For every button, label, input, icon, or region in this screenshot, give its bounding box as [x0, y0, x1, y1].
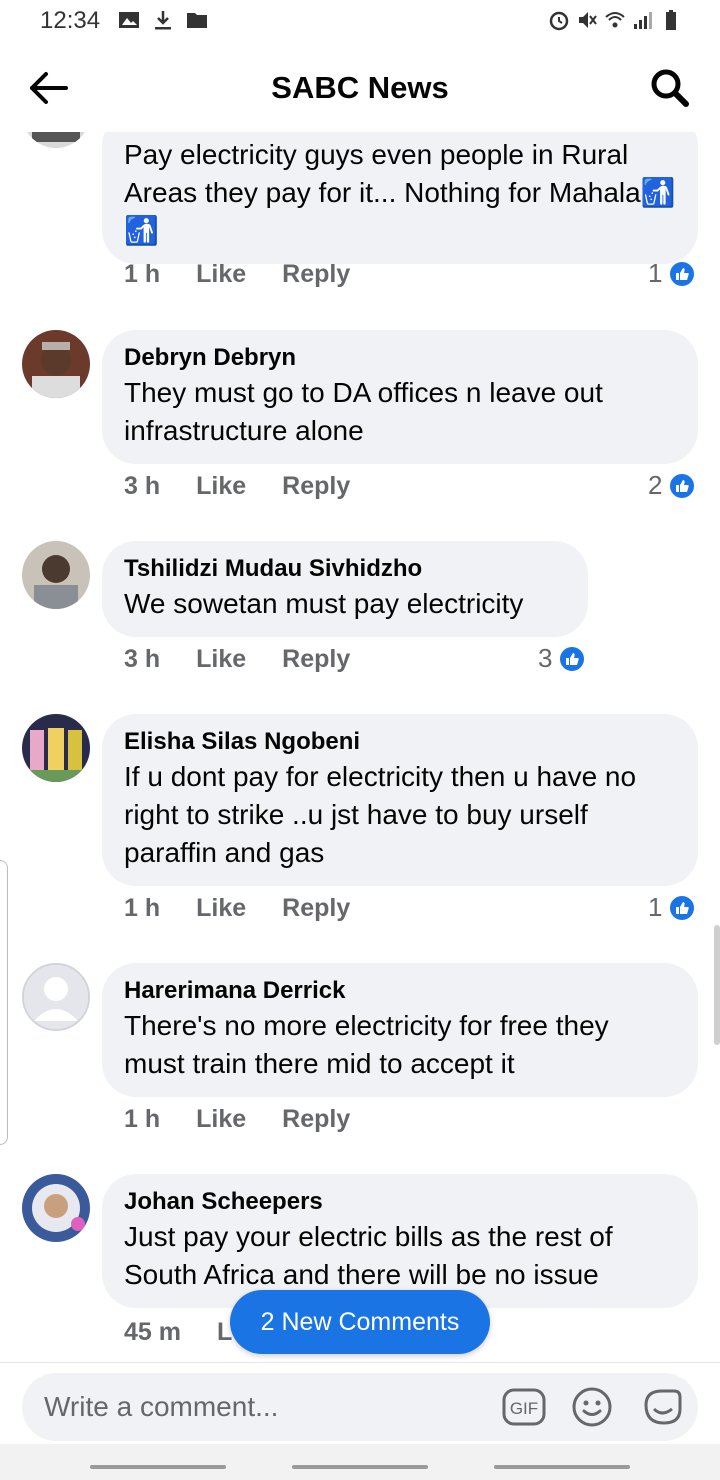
reply-button[interactable]: Reply [282, 1105, 350, 1134]
avatar[interactable] [22, 132, 90, 148]
system-nav-bar [0, 1444, 720, 1480]
home-button[interactable] [292, 1465, 428, 1469]
scrollbar-thumb[interactable] [714, 925, 720, 1045]
comment-bubble[interactable]: Elisha Silas Ngobeni If u dont pay for e… [102, 714, 698, 886]
reply-button[interactable]: Reply [282, 645, 350, 674]
search-icon[interactable] [648, 66, 692, 110]
signal-icon [634, 12, 652, 29]
comment-list[interactable]: Pay electricity guys even people in Rura… [0, 132, 720, 1362]
avatar[interactable] [22, 714, 90, 782]
download-icon [155, 11, 171, 30]
page-title: SABC News [271, 70, 449, 105]
mute-icon [579, 12, 597, 28]
reaction-count[interactable]: 1 [648, 892, 697, 923]
edge-panel-handle[interactable] [0, 860, 8, 1145]
comment-time: 1 h [124, 894, 161, 922]
comment-bubble[interactable]: Johan Scheepers Just pay your electric b… [102, 1174, 698, 1308]
status-right-icons [548, 9, 682, 31]
comment-author[interactable]: Tshilidzi Mudau Sivhidzho [124, 553, 566, 585]
thumbs-up-icon [668, 893, 697, 922]
thumbs-up-icon [558, 644, 587, 673]
like-button[interactable]: Like [196, 894, 246, 923]
reaction-number: 1 [648, 258, 663, 288]
comment-actions: 3 h Like Reply [124, 645, 386, 674]
gif-label: GIF [510, 1399, 538, 1418]
comment-actions: 3 h Like Reply [124, 472, 386, 501]
reaction-number: 1 [648, 892, 663, 922]
avatar[interactable] [22, 330, 90, 398]
thumbs-up-icon [668, 471, 697, 500]
new-comments-button[interactable]: 2 New Comments [230, 1290, 490, 1354]
comment-bubble[interactable]: Tshilidzi Mudau Sivhidzho We sowetan mus… [102, 541, 588, 637]
comment-time: 1 h [124, 1105, 161, 1133]
comment-time: 3 h [124, 645, 161, 673]
status-time: 12:34 [40, 7, 101, 34]
comment-actions: 1 h Like Reply [124, 260, 386, 289]
comment-bubble[interactable]: Pay electricity guys even people in Rura… [102, 132, 698, 264]
comment-time: 45 m [124, 1318, 181, 1346]
comment-time: 3 h [124, 472, 161, 500]
comment-input-placeholder: Write a comment... [44, 1391, 279, 1422]
reaction-count[interactable]: 3 [538, 643, 587, 674]
folder-icon [187, 13, 207, 28]
comment-text: Pay electricity guys even people in Rura… [124, 139, 676, 246]
comment-composer: Write a comment... GIF [0, 1362, 720, 1444]
comment-bubble[interactable]: Harerimana Derrick There's no more elect… [102, 963, 698, 1097]
comment-time: 1 h [124, 260, 161, 288]
like-button[interactable]: Like [196, 645, 246, 674]
comment-input[interactable]: Write a comment... GIF [22, 1373, 698, 1441]
avatar[interactable] [22, 541, 90, 609]
comment-author[interactable]: Elisha Silas Ngobeni [124, 726, 676, 758]
comment-author[interactable]: Johan Scheepers [124, 1186, 676, 1218]
comment-author[interactable]: Debryn Debryn [124, 342, 676, 374]
comment-author[interactable]: Harerimana Derrick [124, 975, 676, 1007]
comment-actions: 1 h Like Reply [124, 1105, 386, 1134]
comment-text: Just pay your electric bills as the rest… [124, 1221, 613, 1290]
comment-actions: 1 h Like Reply [124, 894, 386, 923]
wifi-icon [605, 12, 625, 28]
comment-text: We sowetan must pay electricity [124, 588, 524, 619]
reaction-number: 3 [538, 643, 553, 673]
reaction-count[interactable]: 2 [648, 470, 697, 501]
like-button[interactable]: Like [196, 1105, 246, 1134]
recent-apps-button[interactable] [90, 1465, 226, 1469]
back-nav-button[interactable] [494, 1465, 630, 1469]
like-button[interactable]: Like [196, 472, 246, 501]
comment-bubble[interactable]: Debryn Debryn They must go to DA offices… [102, 330, 698, 464]
reaction-count[interactable]: 1 [648, 258, 697, 289]
comment-text: There's no more electricity for free the… [124, 1010, 609, 1079]
image-icon [119, 12, 139, 28]
avatar[interactable] [22, 1174, 90, 1242]
battery-icon [666, 10, 676, 30]
gif-button[interactable]: GIF [502, 1387, 546, 1427]
sticker-icon[interactable] [640, 1385, 684, 1429]
reaction-number: 2 [648, 470, 663, 500]
comment-text: They must go to DA offices n leave out i… [124, 377, 603, 446]
reply-button[interactable]: Reply [282, 894, 350, 923]
comment-text: If u dont pay for electricity then u hav… [124, 761, 637, 868]
app-header: SABC News [0, 44, 720, 132]
reply-button[interactable]: Reply [282, 472, 350, 501]
emoji-icon[interactable] [570, 1385, 614, 1429]
reply-button[interactable]: Reply [282, 260, 350, 289]
like-button[interactable]: Like [196, 260, 246, 289]
status-bar: 12:34 [0, 0, 720, 44]
thumbs-up-icon [668, 259, 697, 288]
avatar[interactable] [22, 963, 90, 1031]
alarm-icon [549, 11, 569, 31]
status-left-icons [118, 9, 208, 31]
